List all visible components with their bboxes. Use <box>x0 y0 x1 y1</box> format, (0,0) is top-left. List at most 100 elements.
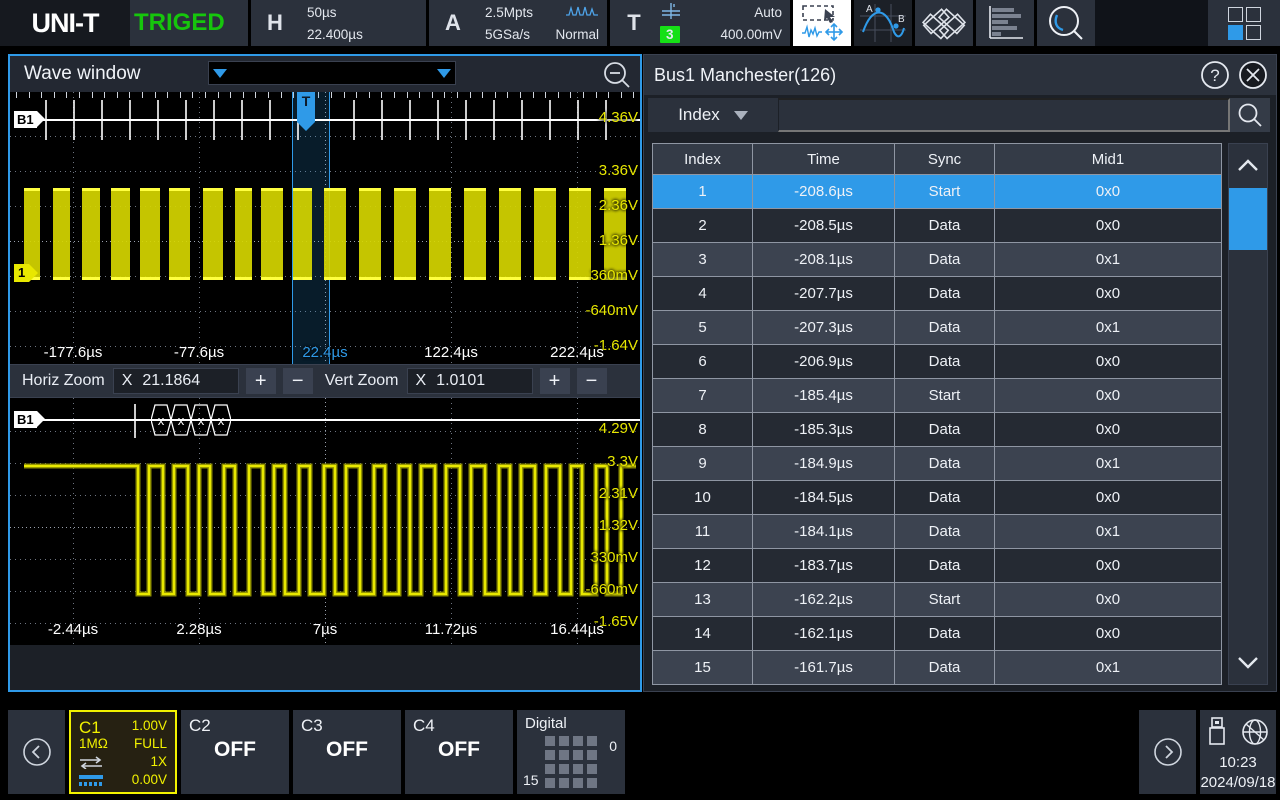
cell-time: -208.1µs <box>752 243 894 277</box>
table-row[interactable]: 13-162.2µsStart0x0 <box>652 583 1222 617</box>
upper-v-label-0: 4.36V <box>599 109 638 126</box>
search-field-selector[interactable]: Index <box>648 98 778 132</box>
decode-packet-label: x <box>171 404 191 436</box>
cell-time: -183.7µs <box>752 549 894 583</box>
upper-waveform-plot[interactable]: B1 1 T 4.36V 3.36V 2.36V 1.36V 360mV -64… <box>10 92 640 364</box>
channel-card-c2[interactable]: C2 OFF <box>181 710 289 794</box>
acquire-settings-block[interactable]: A 2.5Mpts 5GSa/s Normal <box>429 0 607 46</box>
decode-packet-group[interactable]: x x x x <box>151 404 231 436</box>
column-header-sync[interactable]: Sync <box>894 143 994 175</box>
usb-icon[interactable] <box>1206 716 1228 753</box>
scrollbar-track[interactable] <box>1229 188 1267 640</box>
measure-icon[interactable] <box>915 0 973 46</box>
zoom-control-bar: Horiz Zoom X 21.1864 + − Vert Zoom X 1.0… <box>10 364 640 398</box>
search-icon[interactable] <box>1230 98 1270 132</box>
layout-grid-icon[interactable] <box>1208 0 1280 46</box>
waveform-icon <box>565 4 599 21</box>
upper-t-label-3: 122.4µs <box>424 344 478 361</box>
zoom-search-icon[interactable] <box>1037 0 1095 46</box>
trigger-level: 400.00mV <box>720 27 782 42</box>
brand-text: UNI-T <box>32 8 99 39</box>
help-icon[interactable]: ? <box>1200 60 1230 90</box>
scrollbar-thumb[interactable] <box>1229 188 1267 250</box>
zoom-out-icon[interactable] <box>602 60 632 90</box>
wave-window-dropdown[interactable] <box>208 61 456 85</box>
bus-decode-table: Index Time Sync Mid1 1-208.6µsStart0x02-… <box>652 143 1222 685</box>
column-header-index[interactable]: Index <box>652 143 752 175</box>
cell-index: 14 <box>652 617 752 651</box>
acquire-rate-row: 5GSa/s Normal <box>485 23 599 45</box>
table-row[interactable]: 2-208.5µsData0x0 <box>652 209 1222 243</box>
decode-packet[interactable]: x <box>211 404 231 436</box>
horizontal-scale-row: 50µs <box>307 1 418 23</box>
table-row[interactable]: 14-162.1µsData0x0 <box>652 617 1222 651</box>
globe-icon[interactable] <box>1240 717 1270 752</box>
table-row[interactable]: 6-206.9µsData0x0 <box>652 345 1222 379</box>
upper-channel-tag[interactable]: 1 <box>14 264 29 282</box>
scroll-up-button[interactable] <box>1229 144 1267 188</box>
trigger-edge-icon <box>660 2 682 23</box>
cell-mid1: 0x0 <box>994 345 1222 379</box>
table-row[interactable]: 12-183.7µsData0x0 <box>652 549 1222 583</box>
vert-zoom-minus-button[interactable]: − <box>577 368 607 394</box>
vert-zoom-plus-button[interactable]: + <box>540 368 570 394</box>
cell-time: -161.7µs <box>752 651 894 685</box>
column-header-time[interactable]: Time <box>752 143 894 175</box>
channel-card-c1[interactable]: C1 1.00V 1MΩ FULL 1X 0.00V <box>69 710 177 794</box>
table-row[interactable]: 9-184.9µsData0x1 <box>652 447 1222 481</box>
table-scrollbar[interactable] <box>1228 143 1268 685</box>
table-row[interactable]: 7-185.4µsStart0x0 <box>652 379 1222 413</box>
horiz-zoom-minus-button[interactable]: − <box>283 368 313 394</box>
cell-mid1: 0x0 <box>994 175 1222 209</box>
histogram-icon[interactable] <box>976 0 1034 46</box>
horiz-zoom-value-field[interactable]: X 21.1864 <box>113 368 239 394</box>
horiz-zoom-plus-button[interactable]: + <box>246 368 276 394</box>
decode-packet-label: x <box>211 404 231 436</box>
lower-waveform-plot[interactable]: B1 x x x x 4.29V <box>10 398 640 645</box>
cell-mid1: 0x0 <box>994 617 1222 651</box>
channel-c2-state: OFF <box>181 738 289 762</box>
search-input[interactable] <box>778 98 1230 132</box>
chevron-right-circle-icon[interactable] <box>1139 710 1196 794</box>
clock-time: 10:23 <box>1200 754 1276 771</box>
table-row[interactable]: 1-208.6µsStart0x0 <box>652 175 1222 209</box>
table-row[interactable]: 11-184.1µsData0x1 <box>652 515 1222 549</box>
chevron-left-circle-icon[interactable] <box>8 710 65 794</box>
cell-time: -207.3µs <box>752 311 894 345</box>
cell-mid1: 0x1 <box>994 311 1222 345</box>
channel-c1-impedance: 1MΩ <box>79 736 108 751</box>
table-row[interactable]: 4-207.7µsData0x0 <box>652 277 1222 311</box>
digital-dot <box>573 736 583 746</box>
table-row[interactable]: 10-184.5µsData0x0 <box>652 481 1222 515</box>
ab-cursor-icon[interactable]: A B <box>854 0 912 46</box>
channel-card-c3[interactable]: C3 OFF <box>293 710 401 794</box>
trigger-position-marker[interactable]: T <box>297 92 315 122</box>
column-header-mid1[interactable]: Mid1 <box>994 143 1222 175</box>
table-row[interactable]: 15-161.7µsData0x1 <box>652 651 1222 685</box>
upper-bus-tag: B1 <box>14 111 37 128</box>
close-icon[interactable] <box>1238 60 1268 90</box>
decode-packet[interactable]: x <box>191 404 211 436</box>
select-region-icon[interactable] <box>793 0 851 46</box>
cell-sync: Data <box>894 413 994 447</box>
wave-window-title: Wave window <box>24 63 141 85</box>
cell-sync: Data <box>894 515 994 549</box>
scroll-down-button[interactable] <box>1229 640 1267 684</box>
vert-zoom-value-field[interactable]: X 1.0101 <box>407 368 533 394</box>
cell-mid1: 0x0 <box>994 379 1222 413</box>
cell-mid1: 0x1 <box>994 243 1222 277</box>
channel-c4-state: OFF <box>405 738 513 762</box>
horizontal-settings-block[interactable]: H 50µs 22.400µs <box>251 0 426 46</box>
channel-c2-name: C2 <box>189 716 211 736</box>
decode-packet[interactable]: x <box>171 404 191 436</box>
decode-packet[interactable]: x <box>151 404 171 436</box>
digital-channels-card[interactable]: Digital 0 15 <box>517 710 625 794</box>
table-row[interactable]: 3-208.1µsData0x1 <box>652 243 1222 277</box>
trigger-settings-block[interactable]: T Auto 3 400.00mV <box>610 0 790 46</box>
table-row[interactable]: 8-185.3µsData0x0 <box>652 413 1222 447</box>
cell-sync: Start <box>894 379 994 413</box>
table-row[interactable]: 5-207.3µsData0x1 <box>652 311 1222 345</box>
oscilloscope-screen: UNI-T TRIGED H 50µs 22.400µs A 2.5Mpts <box>0 0 1280 800</box>
grid-cell-1 <box>1228 7 1243 22</box>
channel-card-c4[interactable]: C4 OFF <box>405 710 513 794</box>
